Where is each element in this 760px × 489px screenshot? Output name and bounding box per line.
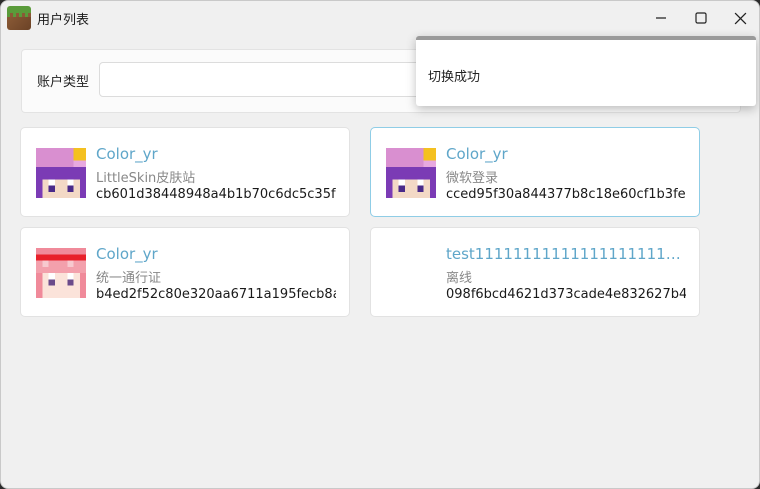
pink-skin-avatar	[36, 248, 86, 298]
account-uuid: cced95f30a844377b8c18e60cf1b3fea	[446, 187, 686, 202]
success-notification[interactable]: 切换成功	[416, 36, 756, 106]
maximize-icon	[695, 12, 707, 24]
account-name: test111111111111111111111111111111111111…	[446, 245, 687, 263]
purple-skin-avatar	[386, 148, 436, 198]
account-name: Color_yr	[96, 245, 158, 263]
close-icon	[734, 12, 746, 24]
minimize-button[interactable]	[641, 1, 681, 35]
account-type: 离线	[446, 271, 473, 286]
grass-block-icon	[7, 6, 31, 30]
account-name: Color_yr	[446, 145, 508, 163]
account-type: LittleSkin皮肤站	[96, 171, 196, 186]
maximize-button[interactable]	[681, 1, 721, 35]
user-list-window: 用户列表 账户类型 Color_yr LittleSkin皮肤站 cb601d3…	[0, 0, 760, 489]
account-type-select[interactable]	[99, 62, 431, 97]
notification-message: 切换成功	[428, 70, 481, 85]
account-uuid: 098f6bcd4621d373cade4e832627b4f6	[446, 287, 686, 302]
account-card-selected[interactable]: Color_yr 微软登录 cced95f30a844377b8c18e60cf…	[370, 127, 700, 217]
minimize-icon	[656, 17, 666, 19]
title-bar[interactable]: 用户列表	[1, 1, 759, 35]
close-button[interactable]	[720, 1, 759, 35]
account-type: 微软登录	[446, 171, 499, 186]
account-name: Color_yr	[96, 145, 158, 163]
account-card[interactable]: Color_yr LittleSkin皮肤站 cb601d38448948a4b…	[20, 127, 350, 217]
account-card[interactable]: test111111111111111111111111111111111111…	[370, 227, 700, 317]
account-card[interactable]: Color_yr 统一通行证 b4ed2f52c80e320aa6711a195…	[20, 227, 350, 317]
account-uuid: cb601d38448948a4b1b70c6dc5c35fc	[96, 187, 336, 202]
window-title: 用户列表	[37, 13, 90, 28]
account-type: 统一通行证	[96, 271, 162, 286]
account-uuid: b4ed2f52c80e320aa6711a195fecb8a6	[96, 287, 336, 302]
account-type-label: 账户类型	[37, 75, 90, 90]
purple-skin-avatar	[36, 148, 86, 198]
